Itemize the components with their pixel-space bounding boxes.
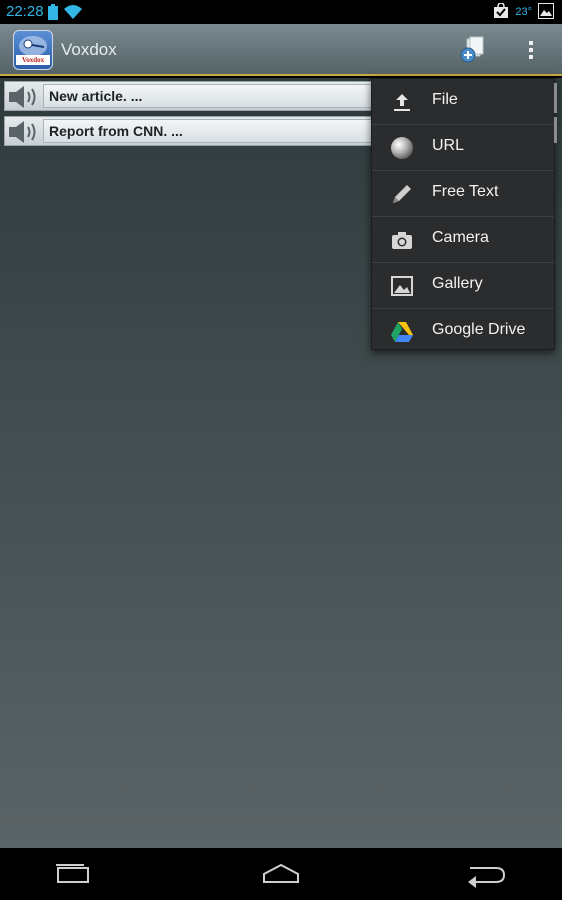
shopping-bag-check-icon — [494, 3, 509, 18]
menu-item-label: File — [432, 91, 458, 108]
speaker-icon[interactable] — [7, 84, 41, 110]
google-drive-icon — [391, 322, 413, 342]
home-icon[interactable] — [261, 860, 301, 888]
picture-icon — [391, 276, 413, 296]
action-bar: Voxdox Voxdox — [0, 24, 562, 76]
menu-item-file[interactable]: File — [372, 79, 554, 125]
add-document-icon[interactable] — [458, 36, 486, 64]
menu-item-label: Google Drive — [432, 321, 526, 338]
app-title: Voxdox — [61, 40, 117, 59]
menu-scrollbar-lower — [554, 117, 557, 143]
list-item[interactable]: New article. ... — [4, 81, 376, 111]
upload-icon — [394, 94, 410, 111]
status-right-group: 23° — [493, 3, 554, 19]
menu-item-free-text[interactable]: Free Text — [372, 171, 554, 217]
recent-apps-icon[interactable] — [54, 860, 94, 888]
menu-item-camera[interactable]: Camera — [372, 217, 554, 263]
menu-item-url[interactable]: URL — [372, 125, 554, 171]
image-icon — [538, 3, 554, 19]
globe-icon — [391, 137, 413, 159]
list-item-label[interactable]: Report from CNN. ... — [43, 119, 375, 143]
menu-item-label: Free Text — [432, 183, 499, 200]
speaker-icon[interactable] — [7, 119, 41, 145]
status-bar: 22:28 23° — [0, 0, 562, 24]
menu-item-label: Gallery — [432, 275, 483, 292]
back-icon[interactable] — [466, 860, 506, 888]
temperature-text: 23° — [515, 6, 532, 18]
status-time: 22:28 — [6, 3, 44, 20]
menu-scrollbar[interactable] — [554, 83, 557, 113]
overflow-popup-menu: File URL Free Text Camera Gallery Google… — [371, 78, 557, 350]
wifi-icon — [64, 5, 82, 19]
logo-text: Voxdox — [16, 55, 50, 65]
menu-item-label: URL — [432, 137, 465, 154]
list-item-label[interactable]: New article. ... — [43, 84, 375, 108]
menu-item-gallery[interactable]: Gallery — [372, 263, 554, 309]
app-logo[interactable]: Voxdox — [13, 30, 53, 70]
camera-icon — [392, 232, 412, 249]
battery-icon — [48, 4, 58, 20]
pencil-icon — [393, 185, 411, 203]
list-item[interactable]: Report from CNN. ... — [4, 116, 376, 146]
menu-item-label: Camera — [432, 229, 489, 246]
navigation-bar — [0, 848, 562, 900]
menu-item-google-drive[interactable]: Google Drive — [372, 309, 554, 355]
overflow-menu-icon[interactable] — [521, 38, 541, 62]
